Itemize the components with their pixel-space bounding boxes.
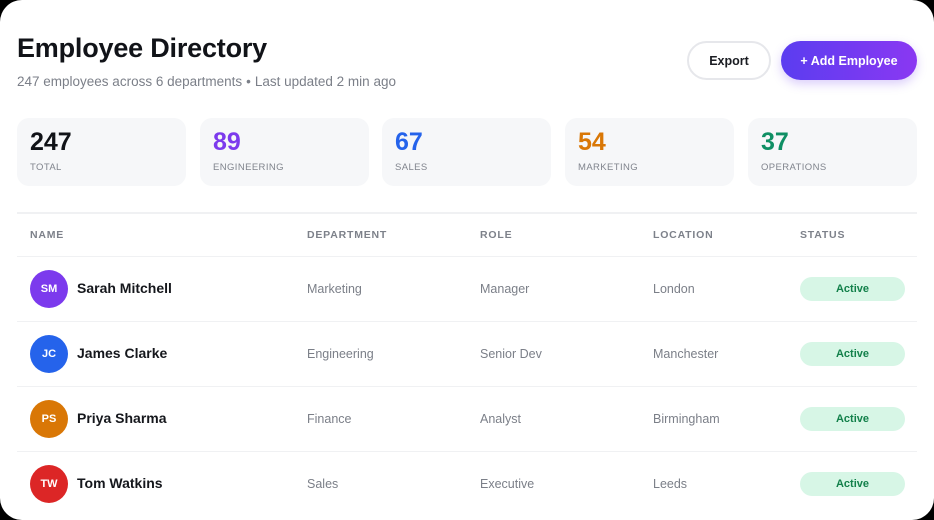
stat-value: 37 <box>761 128 789 156</box>
stat-label: ENGINEERING <box>213 162 284 173</box>
avatar: SM <box>30 270 68 308</box>
employee-role: Manager <box>480 282 530 296</box>
column-header-role[interactable]: ROLE <box>480 229 512 241</box>
page-title: Employee Directory <box>17 33 267 63</box>
stat-value: 54 <box>578 128 606 156</box>
employee-name[interactable]: Tom Watkins <box>77 475 163 491</box>
status-badge: Active <box>800 342 905 366</box>
stats-row: 247 TOTAL 89 ENGINEERING 67 SALES 54 MAR… <box>17 118 917 186</box>
avatar: TW <box>30 465 68 503</box>
column-header-status[interactable]: STATUS <box>800 229 845 241</box>
export-button[interactable]: Export <box>687 41 771 80</box>
page-subtitle: 247 employees across 6 departments • Last … <box>17 74 396 89</box>
stat-value: 89 <box>213 128 241 156</box>
employee-location: London <box>653 282 695 296</box>
stat-label: TOTAL <box>30 162 62 173</box>
employee-directory-card: Employee Directory 247 employees across … <box>0 0 934 520</box>
column-header-department[interactable]: DEPARTMENT <box>307 229 387 241</box>
employee-location: Manchester <box>653 347 719 361</box>
stat-card-operations: 37 OPERATIONS <box>748 118 917 186</box>
status-badge: Active <box>800 277 905 301</box>
stat-card-engineering: 89 ENGINEERING <box>200 118 369 186</box>
table-top-divider <box>17 212 917 214</box>
table-row[interactable]: JC James Clarke Engineering Senior Dev M… <box>17 321 917 386</box>
stat-label: MARKETING <box>578 162 639 173</box>
stat-value: 247 <box>30 128 72 156</box>
employee-name[interactable]: Priya Sharma <box>77 410 167 426</box>
employee-name[interactable]: James Clarke <box>77 345 167 361</box>
employee-department: Engineering <box>307 347 374 361</box>
employee-role: Senior Dev <box>480 347 542 361</box>
employee-department: Sales <box>307 477 339 491</box>
subtitle-separator: • <box>246 74 251 89</box>
status-badge: Active <box>800 472 905 496</box>
stat-label: SALES <box>395 162 428 173</box>
add-employee-button[interactable]: + Add Employee <box>781 41 917 80</box>
stat-card-total: 247 TOTAL <box>17 118 186 186</box>
last-updated-text: Last updated 2 min ago <box>254 74 396 89</box>
employee-department: Finance <box>307 412 352 426</box>
table-row[interactable]: PS Priya Sharma Finance Analyst Birmingh… <box>17 386 917 451</box>
stat-value: 67 <box>395 128 423 156</box>
stat-card-marketing: 54 MARKETING <box>565 118 734 186</box>
avatar: JC <box>30 335 68 373</box>
employee-location: Birmingham <box>653 412 720 426</box>
column-header-name[interactable]: NAME <box>30 229 64 241</box>
employee-department: Marketing <box>307 282 362 296</box>
avatar: PS <box>30 400 68 438</box>
status-badge: Active <box>800 407 905 431</box>
employee-name[interactable]: Sarah Mitchell <box>77 280 172 296</box>
employee-location: Leeds <box>653 477 688 491</box>
employee-role: Executive <box>480 477 535 491</box>
stat-card-sales: 67 SALES <box>382 118 551 186</box>
column-header-location[interactable]: LOCATION <box>653 229 713 241</box>
stat-label: OPERATIONS <box>761 162 827 173</box>
employee-count-text: 247 employees across 6 departments <box>17 74 243 89</box>
table-row[interactable]: SM Sarah Mitchell Marketing Manager Lond… <box>17 256 917 321</box>
employee-role: Analyst <box>480 412 521 426</box>
